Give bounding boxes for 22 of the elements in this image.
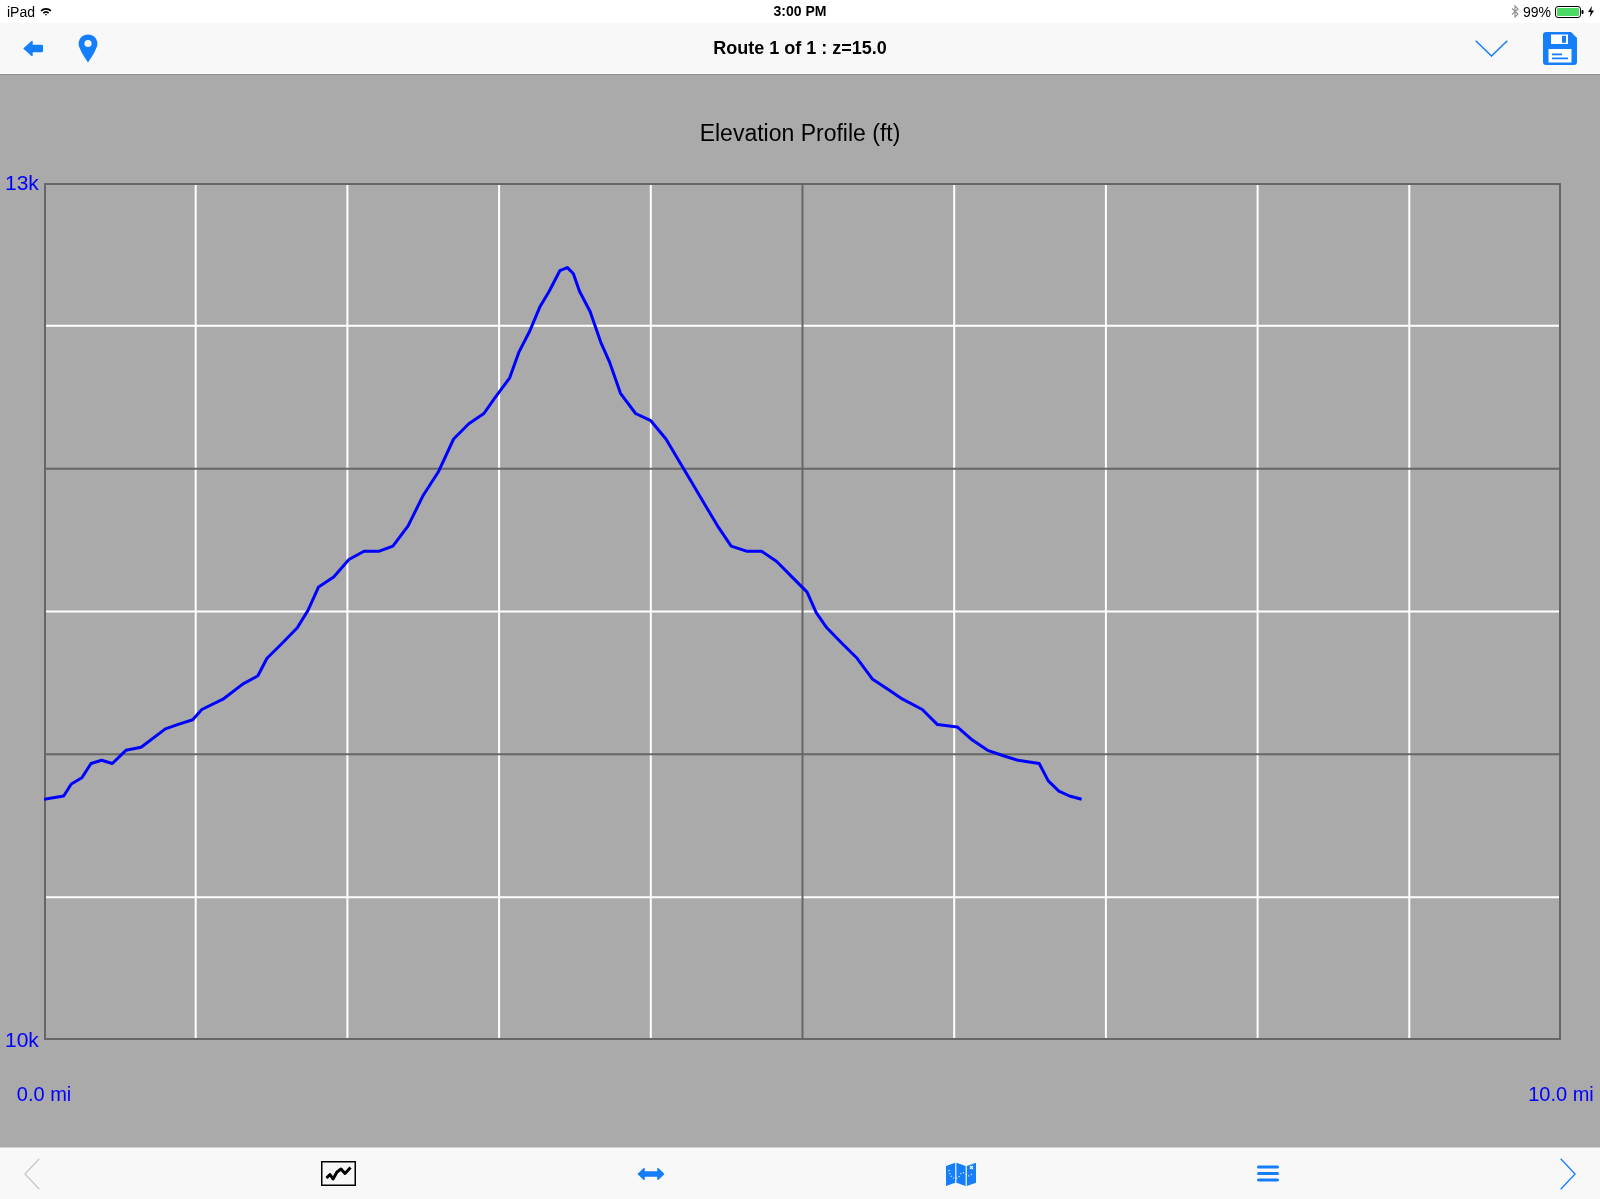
status-time: 3:00 PM	[773, 3, 827, 19]
y-tick-label: 13k	[5, 170, 39, 196]
save-icon[interactable]	[1543, 32, 1577, 65]
double-arrow-icon[interactable]	[637, 1166, 665, 1181]
y-tick-label: 10k	[5, 1027, 39, 1053]
map-pin-icon[interactable]	[78, 34, 98, 63]
chart-title: Elevation Profile (ft)	[699, 119, 901, 147]
x-tick-label: 0.0 mi	[16, 1082, 72, 1107]
folded-map-icon[interactable]	[946, 1161, 976, 1186]
back-arrow-icon[interactable]	[23, 40, 43, 57]
charging-bolt-icon	[1588, 6, 1594, 17]
device-name: iPad	[7, 3, 36, 20]
battery-icon	[1555, 5, 1584, 18]
battery-percent: 99%	[1522, 3, 1551, 20]
line-chart-icon[interactable]	[321, 1161, 356, 1186]
bluetooth-icon	[1510, 5, 1519, 18]
chevron-right-icon[interactable]	[1560, 1157, 1576, 1190]
menu-icon[interactable]	[1257, 1165, 1279, 1182]
x-tick-label: 10.0 mi	[1528, 1082, 1594, 1107]
chevron-down-icon[interactable]	[1475, 40, 1508, 57]
route-title: Route 1 of 1 : z=15.0	[713, 37, 887, 58]
wifi-icon	[40, 7, 53, 16]
